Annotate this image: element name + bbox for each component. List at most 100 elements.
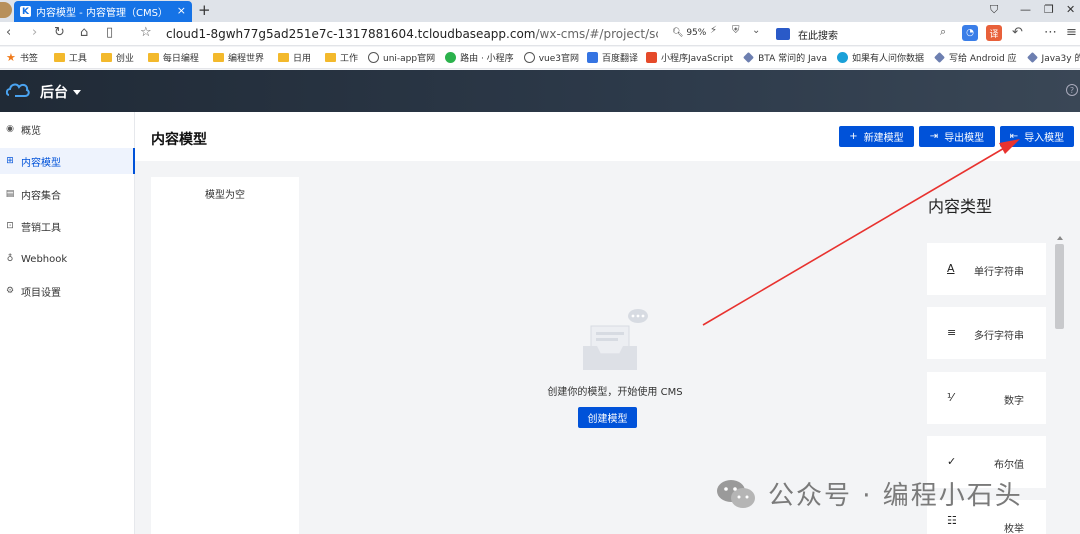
app-header: 后台 ? <box>0 70 1080 112</box>
page-title: 内容模型 <box>151 132 207 148</box>
types-scrollbar[interactable] <box>1055 236 1064 534</box>
sidebar-item-content-model[interactable]: ⊞ 内容模型 <box>0 148 135 174</box>
tab-title: 内容模型 - 内容管理（CMS） <box>36 8 168 19</box>
wechat-logo-icon <box>717 479 755 508</box>
export-icon: ⇥ <box>929 131 939 142</box>
bookmarks-bar: ★ 书签 工具 创业 每日编程 编程世界 日用 工作 uni-app官网 路由 ·… <box>0 47 1080 69</box>
bookmark-star-icon[interactable]: ☆ <box>140 25 152 40</box>
browser-tab-strip: K 内容模型 - 内容管理（CMS） × + ⛉ — ❐ ✕ <box>0 0 1080 22</box>
bookmark-item[interactable]: 创业 <box>100 51 134 64</box>
bookmark-item[interactable]: BTA 常问的 Java <box>743 51 827 64</box>
help-icon[interactable]: ? <box>1066 84 1078 96</box>
type-card-label: 多行字符串 <box>974 331 1024 342</box>
type-card-multi-line[interactable]: ≡ 多行字符串 <box>927 307 1046 359</box>
main-header: 内容模型 + 新建模型 ⇥ 导出模型 ⇤ 导入模型 <box>135 112 1080 161</box>
sidebar: ◉ 概览 ⊞ 内容模型 ▤ 内容集合 ⊡ 营销工具 ♁ Webhook ⚙ 项目… <box>0 112 135 534</box>
bookmark-item[interactable]: 工具 <box>53 51 87 64</box>
sidebar-item-settings[interactable]: ⚙ 项目设置 <box>0 278 135 304</box>
scroll-up-icon[interactable] <box>1057 236 1063 240</box>
model-icon: ⊞ <box>6 156 14 166</box>
sidebar-item-label: 概览 <box>21 125 41 137</box>
home-icon[interactable]: ⌂ <box>80 25 88 40</box>
back-icon[interactable]: ‹ <box>6 25 11 40</box>
bookmark-item[interactable]: ★ 书签 <box>6 51 38 64</box>
folder-icon <box>277 53 289 62</box>
project-switcher[interactable]: 后台 <box>40 82 81 102</box>
address-bar-row: ‹ › ↻ ⌂ ▯ ☆ cloud1-8gwh77g5ad251e7c-1317… <box>0 22 1080 46</box>
bta-icon <box>934 52 945 63</box>
undo-icon[interactable]: ↶ <box>1012 25 1023 40</box>
bookmark-item[interactable]: 每日编程 <box>147 51 199 64</box>
bookmark-item[interactable]: 如果有人问你数据 <box>837 51 924 64</box>
bag-icon: ⊡ <box>6 221 14 231</box>
model-list-panel: 模型为空 <box>151 177 299 534</box>
zoom-level: 95% <box>686 28 707 38</box>
link-icon <box>837 52 848 63</box>
new-tab-icon[interactable]: + <box>198 1 211 19</box>
tab-close-icon[interactable]: × <box>177 4 186 17</box>
folder-icon <box>324 53 336 62</box>
bookmark-item[interactable]: vue3官网 <box>523 51 579 64</box>
scroll-thumb[interactable] <box>1055 244 1064 329</box>
new-model-button[interactable]: + 新建模型 <box>839 126 914 147</box>
menu-icon[interactable]: ≡ <box>1066 25 1077 40</box>
enum-icon: ☷ <box>947 514 957 527</box>
export-model-button[interactable]: ⇥ 导出模型 <box>919 126 995 147</box>
bookmark-label: 创业 <box>115 54 134 64</box>
import-model-button[interactable]: ⇤ 导入模型 <box>1000 126 1074 147</box>
minimize-icon[interactable]: — <box>1020 3 1031 16</box>
reader-icon[interactable]: ▯ <box>106 25 113 40</box>
shield-icon[interactable]: ⛨ <box>732 25 740 36</box>
bookmark-item[interactable]: Java3y 的个人主 <box>1026 51 1080 64</box>
window-close-icon[interactable]: ✕ <box>1066 3 1075 16</box>
chevron-down-icon[interactable]: ⌄ <box>752 25 760 36</box>
sidebar-item-marketing[interactable]: ⊡ 营销工具 <box>0 213 135 239</box>
tab-favicon-icon: K <box>20 6 31 17</box>
folder-icon <box>212 53 224 62</box>
url-host: cloud1-8gwh77g5ad251e7c-1317881604.tclou… <box>166 27 536 41</box>
bookmark-label: vue3官网 <box>538 54 579 64</box>
translate-ext-icon[interactable]: 译 <box>986 25 1002 41</box>
profile-avatar[interactable] <box>0 2 12 18</box>
bookmark-item[interactable]: 写给 Android 应 <box>934 51 1017 64</box>
side-search[interactable]: 在此搜索 <box>776 25 906 43</box>
star-icon: ★ <box>6 51 16 64</box>
create-model-button[interactable]: 创建模型 <box>578 407 637 428</box>
reload-icon[interactable]: ↻ <box>54 25 65 40</box>
bookmark-label: Java3y 的个人主 <box>1041 54 1080 64</box>
bookmark-item[interactable]: uni-app官网 <box>367 51 435 64</box>
bookmark-item[interactable]: 小程序JavaScript <box>646 51 733 64</box>
lightning-icon[interactable]: ⚡ <box>710 25 717 36</box>
watermark-text: 公众号 · 编程小石头 <box>768 481 1023 511</box>
extension-icon[interactable]: ◔ <box>962 25 978 41</box>
number-icon: ⅟ <box>947 391 954 404</box>
bookmark-item[interactable]: 百度翻译 <box>586 51 638 64</box>
url-path: /wx-cms/#/project/schema?pid=2c39cb7 <box>535 27 658 41</box>
more-icon[interactable]: ⋯ <box>1044 25 1057 40</box>
zoom-icon: 🔍︎ <box>672 28 684 38</box>
sidebar-item-label: Webhook <box>21 253 68 265</box>
bta-icon <box>1026 52 1038 63</box>
zoom-indicator[interactable]: 🔍︎ 95% <box>672 28 706 38</box>
type-card-number[interactable]: ⅟ 数字 <box>927 372 1046 424</box>
translate-icon <box>586 52 598 63</box>
search-icon[interactable]: ⌕ <box>940 25 946 39</box>
bookmark-item[interactable]: 编程世界 <box>212 51 264 64</box>
collection-icon: ▤ <box>5 189 15 199</box>
bookmark-item[interactable]: 工作 <box>324 51 358 64</box>
sidebar-item-content-collection[interactable]: ▤ 内容集合 <box>0 181 135 207</box>
bta-icon <box>743 52 755 63</box>
url-field[interactable]: cloud1-8gwh77g5ad251e7c-1317881604.tclou… <box>166 27 658 41</box>
bookmark-item[interactable]: 路由 · 小程序 <box>445 51 514 64</box>
bookmark-item[interactable]: 日用 <box>277 51 311 64</box>
forward-icon[interactable]: › <box>32 25 37 40</box>
type-card-label: 数字 <box>1004 396 1024 407</box>
type-card-single-line[interactable]: A 单行字符串 <box>927 243 1046 295</box>
maximize-icon[interactable]: ❐ <box>1044 3 1054 16</box>
type-card-label: 布尔值 <box>994 460 1024 471</box>
browser-tab-active[interactable]: K 内容模型 - 内容管理（CMS） × <box>14 1 192 22</box>
sidebar-item-overview[interactable]: ◉ 概览 <box>0 116 135 142</box>
sidebar-item-webhook[interactable]: ♁ Webhook <box>0 246 135 272</box>
bookmark-label: 小程序JavaScript <box>661 54 734 64</box>
shirt-icon[interactable]: ⛉ <box>990 3 998 17</box>
